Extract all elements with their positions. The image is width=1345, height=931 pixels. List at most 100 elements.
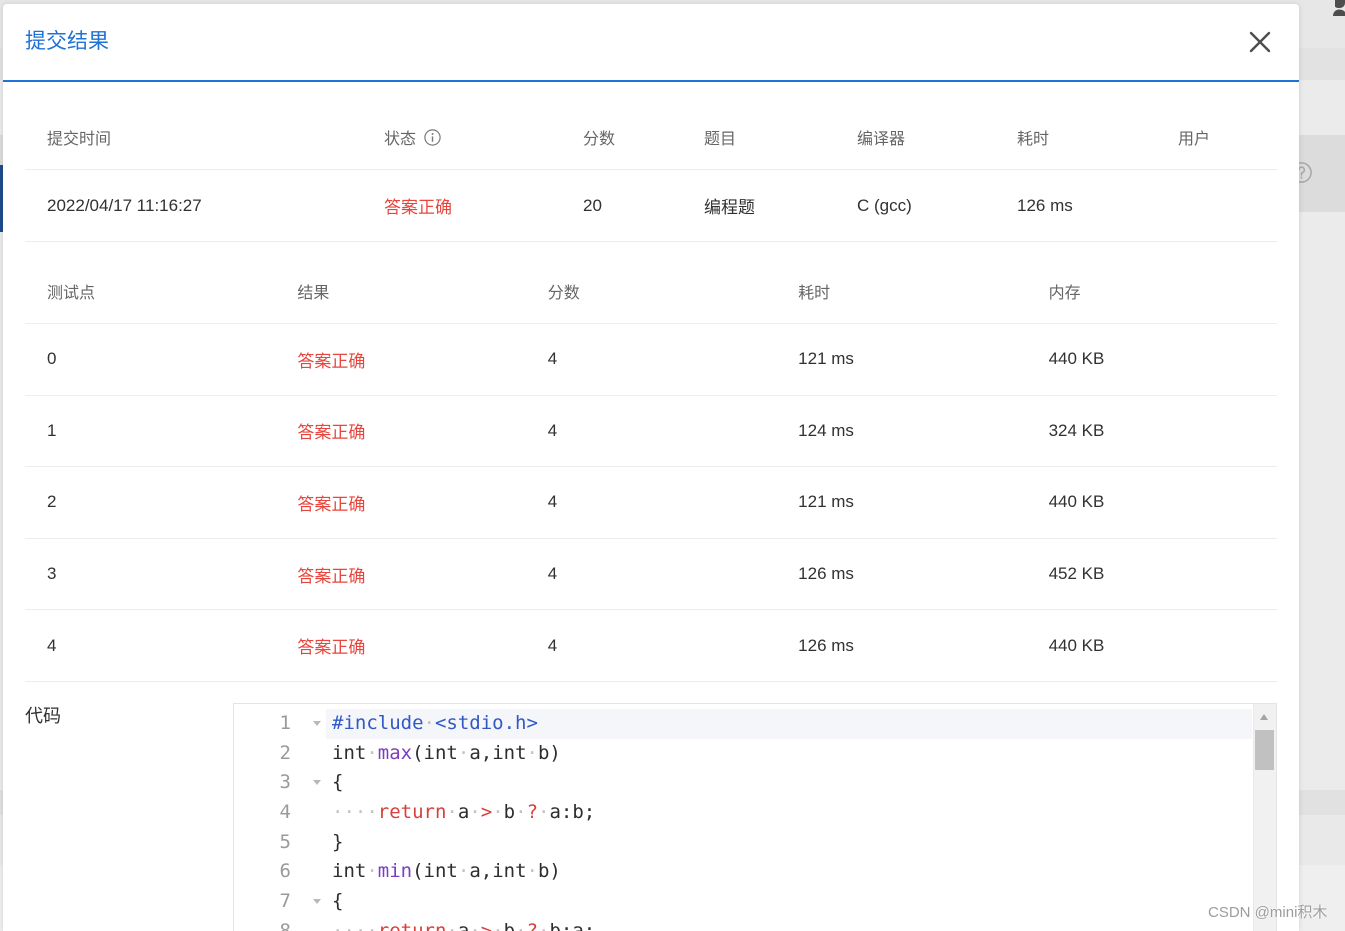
code-token: a,int <box>469 860 527 883</box>
code-token: a <box>457 801 470 824</box>
code-token: <stdio.h> <box>434 712 538 734</box>
testcase-score: 4 <box>547 635 558 655</box>
problem-type[interactable]: 编程题 <box>682 193 835 218</box>
testcase-memory: 452 KB <box>1048 564 1105 584</box>
scrollbar-thumb[interactable] <box>1255 730 1274 770</box>
col-header-status-label: 状态 <box>384 131 417 148</box>
col-header-submit-time: 提交时间 <box>47 131 112 148</box>
code-token: ? <box>526 801 539 824</box>
testcase-score: 4 <box>547 564 558 584</box>
col-header-user: 用户 <box>1178 131 1211 148</box>
testcase-row: 0 答案正确 4 121 ms 440 KB <box>25 324 1277 396</box>
scroll-up-arrow-icon[interactable] <box>1260 714 1268 720</box>
testcase-header-row: 测试点 结果 分数 耗时 内存 <box>25 259 1277 324</box>
col-header-score: 分数 <box>547 285 580 302</box>
whitespace-marker: · <box>492 801 504 824</box>
code-line[interactable]: 6 int·min(int·a,int·b) <box>234 857 1252 887</box>
col-header-testcase: 测试点 <box>47 285 96 302</box>
testcase-id: 1 <box>47 420 57 440</box>
elapsed-time: 126 ms <box>1017 195 1073 215</box>
whitespace-marker: · <box>366 860 378 883</box>
col-header-status: 状态 <box>362 125 561 149</box>
summary-row: 2022/04/17 11:16:27 答案正确 20 编程题 C (gcc) … <box>25 170 1277 242</box>
testcase-row: 4 答案正确 4 126 ms 440 KB <box>25 610 1277 682</box>
vertical-scrollbar[interactable] <box>1253 704 1276 931</box>
fold-arrow-icon[interactable] <box>311 709 323 739</box>
col-header-compiler: 编译器 <box>857 131 906 148</box>
user-icon <box>1332 0 1345 16</box>
code-token: a:b; <box>549 801 596 824</box>
code-line[interactable]: 1 #include·<stdio.h> <box>234 709 1252 739</box>
code-text[interactable]: int·max(int·a,int·b) <box>326 739 1252 769</box>
testcase-table: 测试点 结果 分数 耗时 内存 0 答案正确 4 121 ms 440 KB 1… <box>25 259 1277 682</box>
info-circle-icon[interactable] <box>424 128 441 146</box>
whitespace-marker: · <box>366 741 378 764</box>
code-text[interactable]: int·min(int·a,int·b) <box>326 857 1252 887</box>
code-line[interactable]: 4 ····return·a·>·b·?·a:b; <box>234 798 1252 828</box>
testcase-result: 答案正确 <box>297 638 366 658</box>
testcase-row: 3 答案正确 4 126 ms 452 KB <box>25 539 1277 611</box>
code-text[interactable]: } <box>326 828 1252 858</box>
col-header-problem: 题目 <box>704 131 737 148</box>
code-line[interactable]: 2 int·max(int·a,int·b) <box>234 739 1252 769</box>
whitespace-marker: · <box>526 860 538 883</box>
code-token: (int <box>412 741 458 764</box>
close-button[interactable] <box>1249 31 1271 53</box>
testcase-row: 1 答案正确 4 124 ms 324 KB <box>25 396 1277 468</box>
testcase-time: 121 ms <box>798 349 854 369</box>
watermark: CSDN @mini积木 <box>1208 904 1328 921</box>
summary-header-row: 提交时间 状态 分数 题目 编译器 耗时 用户 <box>25 105 1277 170</box>
dialog-header: 提交结果 <box>3 4 1299 82</box>
code-label: 代码 <box>25 706 61 726</box>
whitespace-marker: · <box>446 919 458 931</box>
submission-result-dialog: 提交结果 提交时间 状态 分数 题目 编译器 耗时 用户 2022/04/17 … <box>3 4 1299 931</box>
testcase-result: 答案正确 <box>297 566 366 586</box>
code-token: a,int <box>469 741 527 764</box>
testcase-result: 答案正确 <box>297 351 366 371</box>
code-text[interactable]: ····return·a·>·b·?·b:a; <box>326 917 1252 931</box>
status-text: 答案正确 <box>384 198 452 217</box>
code-text[interactable]: ····return·a·>·b·?·a:b; <box>326 798 1252 828</box>
code-token: max <box>377 741 413 764</box>
testcase-result: 答案正确 <box>297 494 366 514</box>
code-token: b) <box>537 860 561 883</box>
code-token: b <box>503 801 516 824</box>
code-token: b) <box>537 741 561 764</box>
code-line[interactable]: 8 ····return·a·>·b·?·b:a; <box>234 917 1252 931</box>
code-token: { <box>332 771 344 794</box>
testcase-score: 4 <box>547 349 558 369</box>
fold-arrow-icon[interactable] <box>311 887 323 917</box>
code-line[interactable]: 3{ <box>234 768 1252 798</box>
whitespace-marker: · <box>538 801 550 824</box>
col-header-result: 结果 <box>297 285 330 302</box>
whitespace-marker: · <box>423 712 435 734</box>
testcase-score: 4 <box>547 420 558 440</box>
code-line[interactable]: 5} <box>234 828 1252 858</box>
whitespace-marker: · <box>515 801 527 824</box>
code-line[interactable]: 7{ <box>234 887 1252 917</box>
code-token: return <box>377 801 447 824</box>
code-text[interactable]: { <box>326 768 1252 798</box>
code-text[interactable]: { <box>326 887 1252 917</box>
code-lines[interactable]: 1 #include·<stdio.h> 2 int·max(int·a,int·b)… <box>234 709 1252 931</box>
testcase-memory: 440 KB <box>1048 635 1105 655</box>
code-token: ? <box>526 919 539 931</box>
whitespace-marker: · <box>526 741 538 764</box>
line-number: 6 <box>279 860 291 883</box>
testcase-id: 2 <box>47 492 57 512</box>
code-text[interactable]: #include·<stdio.h> <box>326 709 1252 739</box>
col-header-memory: 内存 <box>1048 285 1081 302</box>
code-token: } <box>332 830 344 853</box>
code-token: min <box>377 860 413 883</box>
line-number: 4 <box>279 801 291 824</box>
code-token: int <box>332 741 367 764</box>
fold-arrow-icon[interactable] <box>311 768 323 798</box>
line-number: 7 <box>279 890 291 913</box>
whitespace-marker: · <box>446 801 458 824</box>
code-editor[interactable]: 1 #include·<stdio.h> 2 int·max(int·a,int·b)… <box>233 703 1277 931</box>
whitespace-marker: · <box>469 919 481 931</box>
col-header-time: 耗时 <box>798 285 831 302</box>
